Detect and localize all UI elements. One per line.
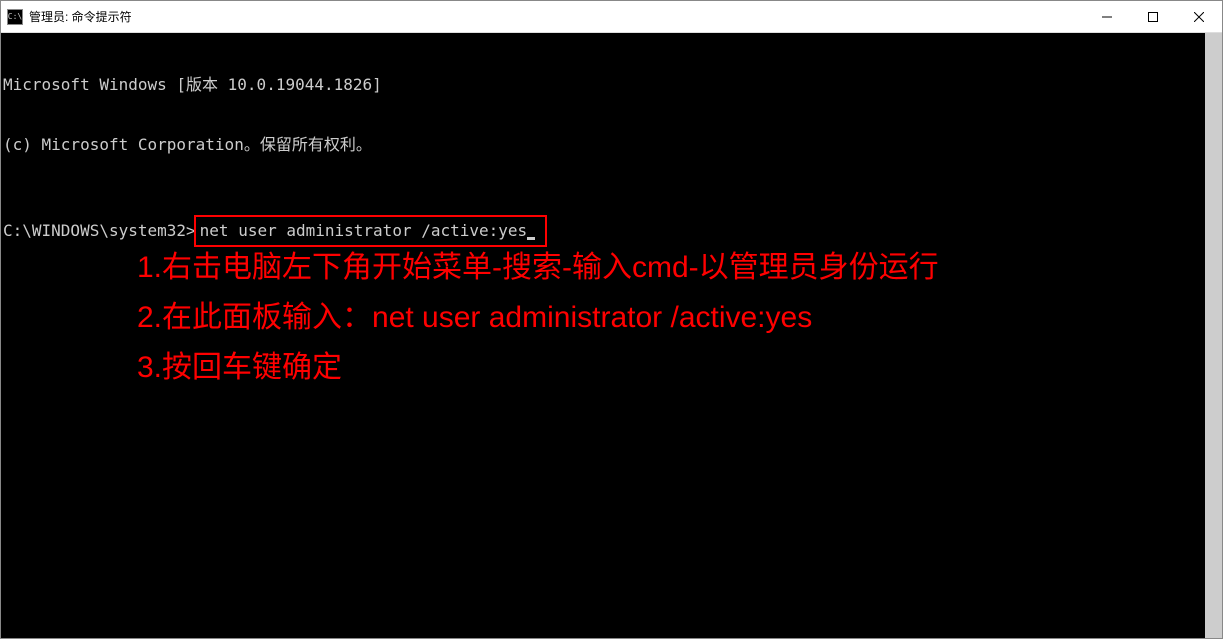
cursor (527, 237, 535, 240)
console-header-line-2: (c) Microsoft Corporation。保留所有权利。 (3, 135, 1203, 155)
console-header-line-1: Microsoft Windows [版本 10.0.19044.1826] (3, 75, 1203, 95)
maximize-button[interactable] (1130, 1, 1176, 32)
cmd-icon-text: C:\ (8, 13, 22, 21)
close-button[interactable] (1176, 1, 1222, 32)
annotation-line-3: 3.按回车键确定 (137, 343, 939, 393)
scrollbar-thumb[interactable] (1205, 33, 1222, 638)
annotation-line-2: 2.在此面板输入：net user administrator /active:… (137, 293, 939, 343)
window-controls (1084, 1, 1222, 32)
maximize-icon (1148, 12, 1158, 22)
console-area: Microsoft Windows [版本 10.0.19044.1826] (… (1, 33, 1222, 638)
vertical-scrollbar[interactable] (1205, 33, 1222, 638)
window-title: 管理员: 命令提示符 (29, 8, 132, 25)
minimize-button[interactable] (1084, 1, 1130, 32)
annotation-overlay: 1.右击电脑左下角开始菜单-搜索-输入cmd-以管理员身份运行 2.在此面板输入… (137, 243, 939, 393)
console[interactable]: Microsoft Windows [版本 10.0.19044.1826] (… (1, 33, 1205, 638)
prompt-prefix: C:\WINDOWS\system32> (3, 221, 196, 241)
titlebar[interactable]: C:\ 管理员: 命令提示符 (1, 1, 1222, 33)
annotation-line-1: 1.右击电脑左下角开始菜单-搜索-输入cmd-以管理员身份运行 (137, 243, 939, 293)
cmd-window: C:\ 管理员: 命令提示符 Microsoft Windows [版本 10.… (0, 0, 1223, 639)
minimize-icon (1102, 12, 1112, 22)
command-text: net user administrator /active:yes (200, 221, 528, 240)
close-icon (1194, 12, 1204, 22)
cmd-icon: C:\ (7, 9, 23, 25)
